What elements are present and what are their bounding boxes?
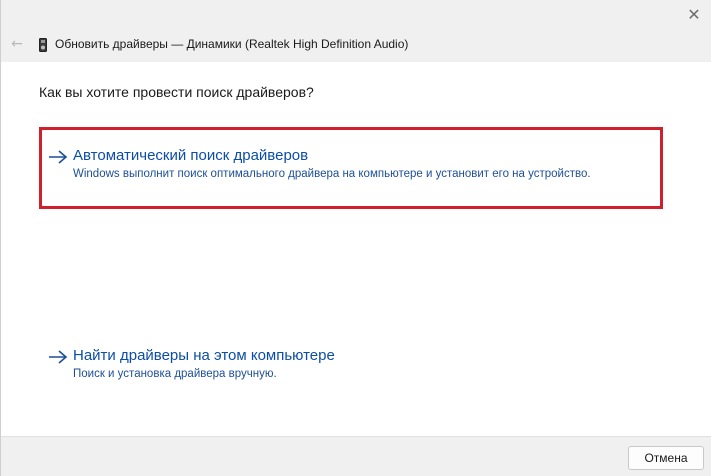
- update-drivers-dialog: ✕ ← Обновить драйверы — Динамики (Realte…: [0, 0, 711, 476]
- option-browse-computer-text: Найти драйверы на этом компьютере Поиск …: [73, 346, 335, 380]
- content-panel: Как вы хотите провести поиск драйверов? …: [1, 62, 711, 436]
- dialog-footer: Отмена: [1, 436, 711, 476]
- title-bar: ✕ ← Обновить драйверы — Динамики (Realte…: [1, 0, 711, 62]
- option-browse-computer[interactable]: Найти драйверы на этом компьютере Поиск …: [47, 346, 335, 380]
- cancel-button[interactable]: Отмена: [628, 446, 704, 470]
- dialog-title: Обновить драйверы — Динамики (Realtek Hi…: [55, 37, 409, 51]
- right-arrow-icon: [49, 150, 68, 164]
- option-title: Найти драйверы на этом компьютере: [73, 347, 335, 364]
- close-button[interactable]: ✕: [684, 4, 704, 24]
- dialog-header: ← Обновить драйверы — Динамики (Realtek …: [9, 34, 408, 54]
- option-description: Поиск и установка драйвера вручную.: [73, 368, 277, 380]
- back-button[interactable]: ←: [9, 36, 25, 52]
- page-question: Как вы хотите провести поиск драйверов?: [39, 84, 314, 100]
- speaker-device-icon: [39, 37, 47, 52]
- option-auto-search-text: Автоматический поиск драйверов Windows в…: [73, 146, 591, 180]
- option-description: Windows выполнит поиск оптимального драй…: [73, 168, 591, 180]
- back-arrow-icon: ←: [11, 36, 23, 52]
- right-arrow-icon: [49, 350, 68, 364]
- option-auto-search[interactable]: Автоматический поиск драйверов Windows в…: [47, 146, 591, 180]
- option-title: Автоматический поиск драйверов: [73, 147, 309, 164]
- close-icon: ✕: [687, 4, 701, 24]
